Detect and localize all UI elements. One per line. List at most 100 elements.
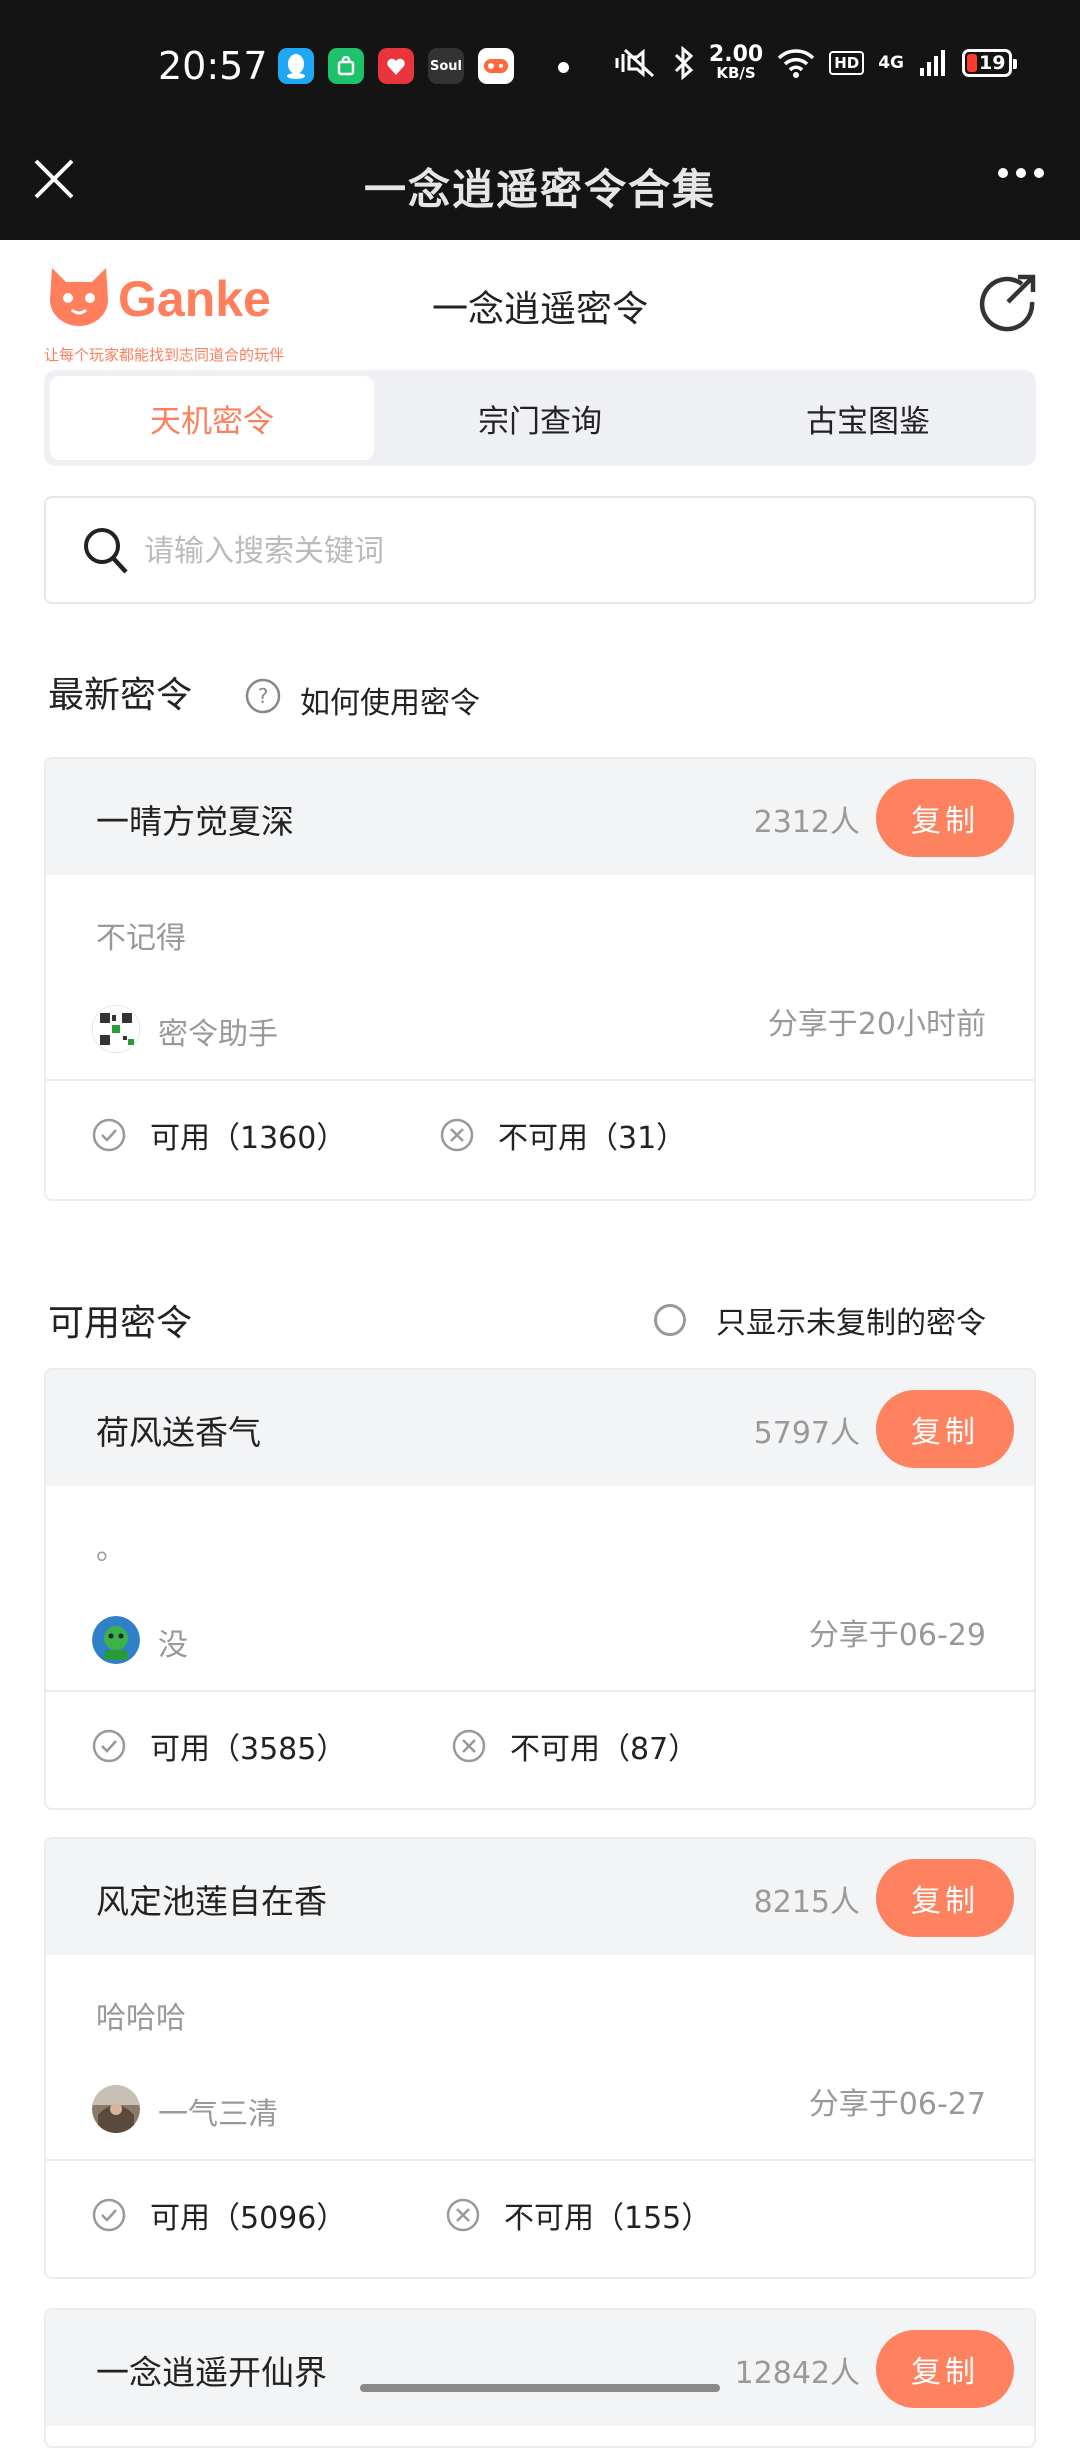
cross-circle-icon (440, 1118, 474, 1152)
system-icons: 2.00 KB/S HD 4G 19 (613, 42, 1017, 82)
code-name: 一念逍遥开仙界 (96, 2353, 327, 2392)
check-circle-icon (92, 1118, 126, 1152)
copy-button[interactable]: 复制 (876, 2330, 1014, 2408)
code-card: 风定池莲自在香 8215人 复制 哈哈哈 一气三清 分享于06-27 可用（50… (44, 1837, 1036, 2279)
check-circle-icon (92, 2198, 126, 2232)
qq-icon (278, 48, 314, 84)
more-options-button[interactable] (998, 168, 1044, 178)
notification-icons: Soul (278, 48, 514, 84)
vote-available[interactable]: 可用（1360） (92, 1113, 346, 1157)
copy-button[interactable]: 复制 (876, 1390, 1014, 1468)
available-count: 可用（3585） (150, 1732, 347, 1767)
code-card-votes: 可用（1360） 不可用（31） (46, 1081, 1034, 1193)
code-description: 哈哈哈 (96, 2001, 186, 2036)
more-icon (998, 168, 1008, 178)
share-time: 分享于20小时前 (767, 1007, 986, 1042)
code-card-body: 。 没 分享于06-29 (46, 1486, 1034, 1692)
signal-type: 4G (878, 52, 904, 73)
vote-unavailable[interactable]: 不可用（87） (452, 1724, 698, 1768)
cross-circle-icon (446, 2198, 480, 2232)
code-card-body: 哈哈哈 一气三清 分享于06-27 (46, 1955, 1034, 2161)
available-count: 可用（1360） (150, 1121, 347, 1156)
wifi-icon (777, 48, 815, 78)
game-app-icon (478, 48, 514, 84)
share-button[interactable] (978, 272, 1038, 332)
code-card-header: 风定池莲自在香 8215人 复制 (46, 1839, 1034, 1955)
author-name: 密令助手 (158, 1017, 278, 1052)
battery-icon: 19 (962, 48, 1017, 77)
code-card-body: 不记得 密令助手 分享于20小时前 (46, 875, 1034, 1081)
share-time: 分享于06-27 (808, 2087, 986, 2122)
copy-button[interactable]: 复制 (876, 779, 1014, 857)
tab-bar: 天机密令 宗门查询 古宝图鉴 (44, 370, 1036, 466)
author-name: 一气三清 (158, 2097, 278, 2132)
cross-circle-icon (452, 1729, 486, 1763)
ganke-logo[interactable]: Ganke 让每个玩家都能找到志同道合的玩伴 (44, 264, 294, 364)
copy-count: 8215人 (753, 1885, 860, 1920)
tab-treasure-guide[interactable]: 古宝图鉴 (706, 376, 1030, 460)
mute-vibrate-icon (615, 48, 654, 77)
code-card-votes: 可用（5096） 不可用（155） (46, 2161, 1034, 2273)
code-description: 不记得 (96, 921, 186, 956)
author-name: 没 (158, 1628, 188, 1663)
bluetooth-icon (674, 45, 694, 80)
search-icon (84, 528, 128, 574)
vote-available[interactable]: 可用（3585） (92, 1724, 346, 1768)
code-name: 风定池莲自在香 (96, 1882, 327, 1921)
code-card-votes: 可用（3585） 不可用（87） (46, 1692, 1034, 1804)
page-content: Ganke 让每个玩家都能找到志同道合的玩伴 一念逍遥密令 天机密令 宗门查询 … (0, 240, 1080, 2448)
soul-app-icon: Soul (428, 48, 464, 84)
available-count: 可用（5096） (150, 2201, 347, 2236)
unavailable-count: 不可用（87） (510, 1732, 699, 1767)
more-notifications-dot (558, 62, 569, 73)
code-name: 荷风送香气 (96, 1413, 261, 1452)
hd-voice-badge: HD (829, 50, 865, 75)
code-card: 一晴方觉夏深 2312人 复制 不记得 密令助手 分享于20小时前 可用（136… (44, 757, 1036, 1201)
filter-uncopied-toggle[interactable]: 只显示未复制的密令 (654, 1298, 986, 1342)
net-speed-unit: KB/S (716, 64, 756, 82)
battery-level: 19 (979, 51, 1006, 74)
filter-radio[interactable] (654, 1304, 686, 1336)
shop-app-icon (328, 48, 364, 84)
title-bar: 一念逍遥密令合集 (0, 130, 1080, 240)
unavailable-count: 不可用（31） (498, 1121, 687, 1156)
author-avatar (92, 1005, 140, 1053)
author-avatar (92, 1616, 140, 1664)
help-icon[interactable]: ? (244, 677, 282, 715)
window-title: 一念逍遥密令合集 (363, 165, 716, 214)
copy-button[interactable]: 复制 (876, 1859, 1014, 1937)
copy-count: 12842人 (734, 2356, 860, 2391)
code-description: 。 (96, 1532, 126, 1567)
latest-codes-title: 最新密令 (48, 675, 193, 716)
home-indicator[interactable] (360, 2384, 720, 2392)
filter-label: 只显示未复制的密令 (716, 1306, 986, 1341)
copy-count: 5797人 (753, 1416, 860, 1451)
how-to-use-link[interactable]: 如何使用密令 (300, 678, 480, 722)
copy-count: 2312人 (753, 805, 860, 840)
logo-slogan: 让每个玩家都能找到志同道合的玩伴 (44, 346, 285, 364)
code-card: 一念逍遥开仙界 12842人 复制 (44, 2308, 1036, 2448)
net-speed-value: 2.00 (708, 42, 764, 67)
vote-unavailable[interactable]: 不可用（31） (440, 1113, 686, 1157)
page-title: 一念逍遥密令 (431, 289, 648, 330)
code-card: 荷风送香气 5797人 复制 。 没 分享于06-29 可用（3585） 不可用… (44, 1368, 1036, 1810)
search-input[interactable] (142, 522, 1006, 580)
unavailable-count: 不可用（155） (504, 2201, 712, 2236)
tab-sect-query[interactable]: 宗门查询 (378, 376, 702, 460)
gift-app-icon (378, 48, 414, 84)
share-icon (979, 274, 1036, 332)
status-bar: 20:57 Soul 2.00 KB/S HD 4G 19 (0, 0, 1080, 130)
code-card-header: 一晴方觉夏深 2312人 复制 (46, 759, 1034, 875)
tab-tianji-codes[interactable]: 天机密令 (50, 376, 374, 460)
code-card-header: 荷风送香气 5797人 复制 (46, 1370, 1034, 1486)
code-card-header: 一念逍遥开仙界 12842人 复制 (46, 2310, 1034, 2426)
search-box[interactable] (44, 496, 1036, 604)
vote-unavailable[interactable]: 不可用（155） (446, 2193, 711, 2237)
status-time: 20:57 (158, 44, 268, 88)
author-avatar (92, 2085, 140, 2133)
vote-available[interactable]: 可用（5096） (92, 2193, 346, 2237)
check-circle-icon (92, 1729, 126, 1763)
available-codes-title: 可用密令 (48, 1303, 193, 1344)
ganke-mascot-icon (50, 268, 108, 326)
code-name: 一晴方觉夏深 (96, 802, 294, 841)
